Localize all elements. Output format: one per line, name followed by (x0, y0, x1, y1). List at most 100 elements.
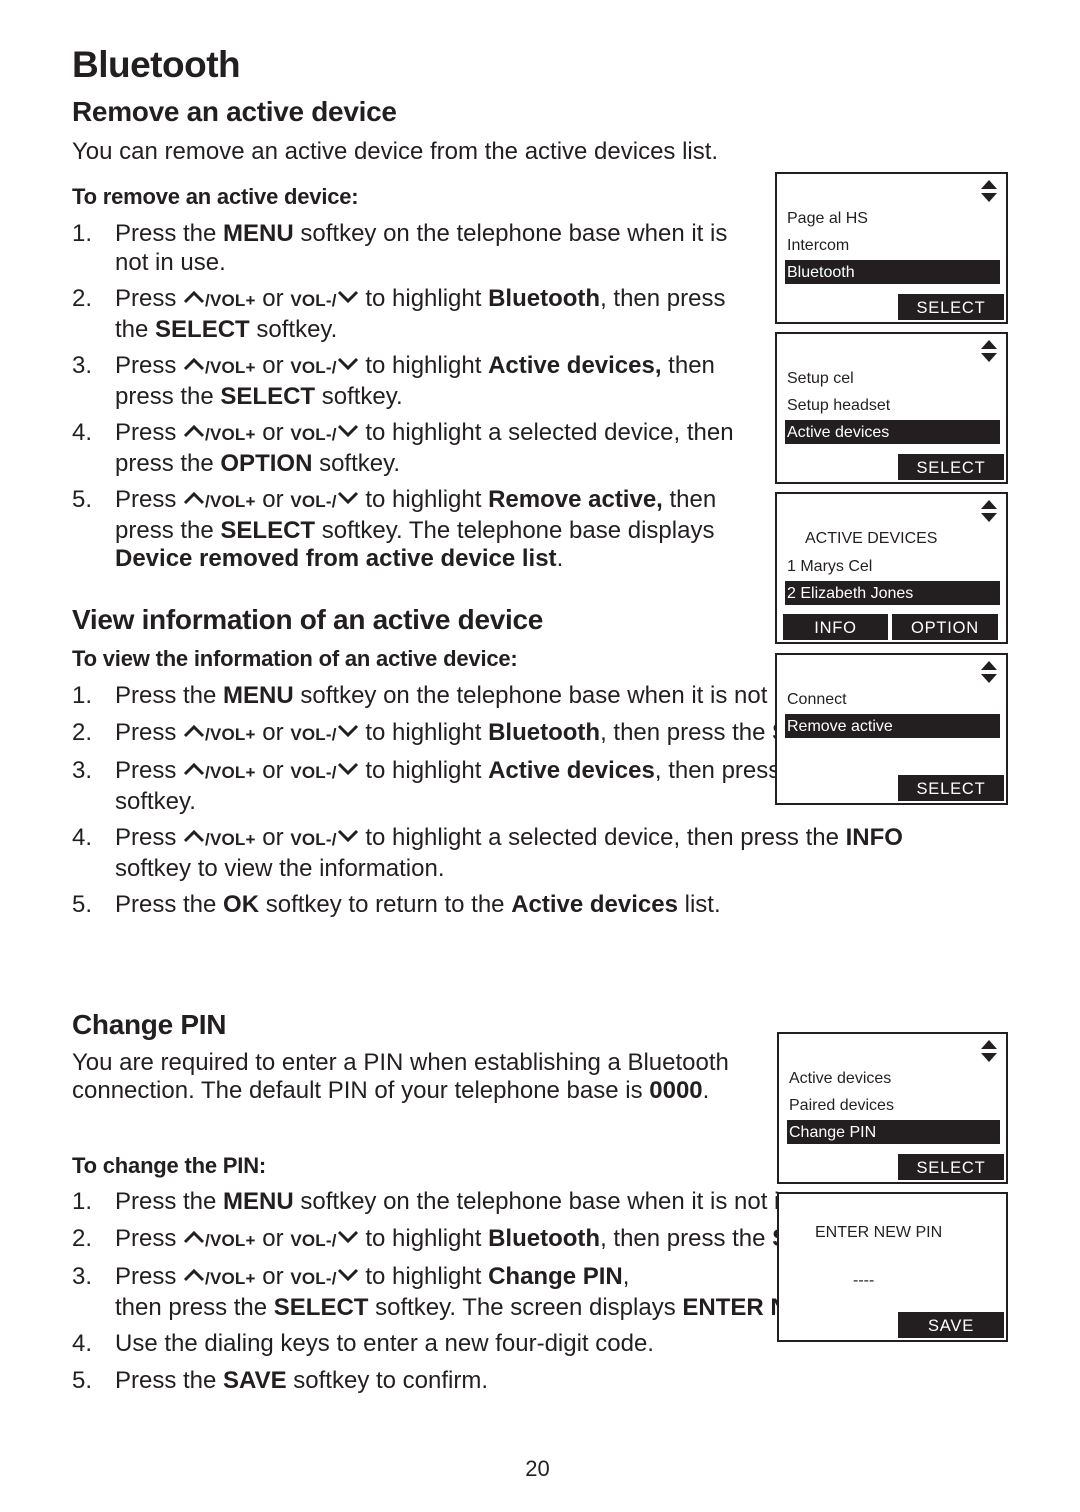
down-arrow-icon (337, 1268, 359, 1282)
vol-key-label: VOL-/ (290, 830, 337, 849)
section-intro-remove: You can remove an active device from the… (72, 138, 719, 165)
scroll-up-down-icon (980, 1038, 998, 1064)
vol-key-label: VOL-/ (290, 358, 337, 377)
scroll-up-down-icon (980, 178, 998, 204)
step-item: 3. Press /VOL+ or VOL-/ to highlight Acti… (72, 352, 762, 411)
step-item: 5. Press /VOL+ or VOL-/ to highlight Remo… (72, 486, 762, 574)
vol-key-label: /VOL+ (205, 291, 256, 310)
step-number: 4. (72, 1330, 93, 1357)
subheading-view: To view the information of an active dev… (72, 646, 518, 671)
vol-key-label: /VOL+ (205, 763, 256, 782)
phone-screen-bluetooth-pin-menu: Active devices Paired devices Change PIN SE… (777, 1032, 1008, 1184)
emphasis-text: Bluetooth (488, 285, 601, 312)
step-number: 4. (72, 824, 93, 851)
subheading-remove: To remove an active device: (72, 184, 359, 209)
down-arrow-icon (337, 491, 359, 505)
emphasis-text: OK (223, 891, 260, 918)
down-arrow-icon (337, 724, 359, 738)
step-text: Press the MENU softkey on the telephone … (115, 682, 845, 709)
up-arrow-icon (183, 491, 205, 505)
step-text: Press the MENU softkey on the telephone … (115, 1188, 845, 1215)
softkey-select: SELECT (898, 294, 1004, 320)
emphasis-text: Change PIN (488, 1263, 623, 1290)
vol-key-label: VOL-/ (290, 291, 337, 310)
phone-screen-enter-new-pin: ENTER NEW PIN ---- SAVE (777, 1192, 1008, 1342)
step-number: 1. (72, 1188, 93, 1215)
vol-key-label: VOL-/ (290, 1230, 337, 1250)
step-number: 3. (72, 757, 93, 784)
section-heading-remove: Remove an active device (72, 96, 397, 127)
emphasis-text: Active devices, (488, 352, 662, 379)
phone-screen-bluetooth-menu: Setup cel Setup headset Active devices SELE… (775, 332, 1008, 484)
step-text: Press /VOL+ or VOL-/ to highlight Blueto… (115, 285, 726, 343)
screen-menu-item: Intercom (787, 237, 850, 254)
emphasis-text: Active devices (488, 757, 655, 784)
step-item: 5. Press the SAVE softkey to confirm. (72, 1367, 1002, 1396)
up-arrow-icon (183, 290, 205, 304)
vol-key-label: VOL-/ (290, 425, 337, 444)
step-text: Use the dialing keys to enter a new four… (115, 1330, 654, 1357)
step-item: 2. Press /VOL+ or VOL-/ to highlight Blue… (72, 285, 762, 344)
step-text: Press /VOL+ or VOL-/ to highlight Change… (115, 1263, 880, 1321)
up-arrow-icon (183, 1268, 205, 1282)
screen-menu-item-selected: Remove active (785, 714, 1000, 738)
softkey-select: SELECT (898, 1154, 1004, 1180)
emphasis-text: SAVE (223, 1366, 287, 1394)
step-number: 2. (72, 285, 93, 312)
vol-key-label: /VOL+ (205, 425, 256, 444)
screen-menu-item-selected: Bluetooth (785, 260, 1000, 284)
section-heading-pin: Change PIN (72, 1009, 227, 1040)
step-number: 3. (72, 1263, 93, 1290)
vol-key-label: VOL-/ (290, 1269, 337, 1288)
softkey-save: SAVE (898, 1312, 1004, 1338)
steps-list-remove: 1. Press the MENU softkey on the telephon… (72, 220, 762, 582)
vol-key-label: /VOL+ (205, 1269, 256, 1288)
vol-key-label: VOL-/ (290, 492, 337, 511)
emphasis-text: MENU (223, 682, 294, 709)
emphasis-text: MENU (223, 220, 294, 247)
down-arrow-icon (337, 290, 359, 304)
emphasis-text: Bluetooth (488, 718, 601, 746)
section-intro-pin: You are required to enter a PIN when est… (72, 1049, 729, 1104)
emphasis-text: 0000 (649, 1077, 703, 1104)
step-item: 1. Press the MENU softkey on the telephon… (72, 220, 762, 277)
screen-menu-item: 1 Marys Cel (787, 558, 873, 575)
step-number: 1. (72, 220, 93, 247)
step-text: Press the OK softkey to return to the Ac… (115, 891, 721, 918)
screen-menu-item: Page al HS (787, 210, 868, 227)
emphasis-text: INFO (845, 824, 903, 851)
step-text: Press the SAVE softkey to confirm. (115, 1366, 489, 1394)
softkey-select: SELECT (898, 454, 1004, 480)
step-number: 1. (72, 682, 93, 709)
step-text: Press /VOL+ or VOL-/ to highlight a sele… (115, 824, 903, 882)
down-arrow-icon (337, 762, 359, 776)
step-text: Press /VOL+ or VOL-/ to highlight Remove… (115, 486, 717, 572)
up-arrow-icon (183, 724, 205, 738)
screen-menu-item-selected: 2 Elizabeth Jones (785, 581, 1000, 605)
softkey-option: OPTION (892, 614, 998, 640)
phone-screen-main-menu: Page al HS Intercom Bluetooth SELECT (775, 172, 1008, 324)
scroll-up-down-icon (980, 338, 998, 364)
step-item: 4. Press /VOL+ or VOL-/ to highlight a se… (72, 419, 762, 478)
step-text: Press the MENU softkey on the telephone … (115, 220, 728, 276)
up-arrow-icon (183, 762, 205, 776)
emphasis-text: SELECT (273, 1293, 369, 1321)
up-arrow-icon (183, 829, 205, 843)
step-text: Press /VOL+ or VOL-/ to highlight a sele… (115, 419, 734, 477)
subheading-pin: To change the PIN: (72, 1153, 267, 1178)
up-arrow-icon (183, 1230, 205, 1244)
scroll-up-down-icon (980, 498, 998, 524)
emphasis-text: OPTION (220, 449, 313, 477)
screen-title: ACTIVE DEVICES (805, 530, 938, 547)
emphasis-text: Device removed from active device list (115, 545, 557, 572)
emphasis-text: SELECT (155, 315, 250, 343)
step-text: Press /VOL+ or VOL-/ to highlight Active… (115, 352, 715, 410)
step-number: 5. (72, 891, 93, 918)
emphasis-text: Bluetooth (488, 1224, 601, 1252)
step-number: 2. (72, 1224, 93, 1252)
softkey-info: INFO (783, 614, 888, 640)
emphasis-text: Active devices (511, 891, 678, 918)
vol-key-label: /VOL+ (205, 724, 256, 744)
step-item: 5. Press the OK softkey to return to the … (72, 891, 972, 920)
step-number: 5. (72, 486, 93, 513)
